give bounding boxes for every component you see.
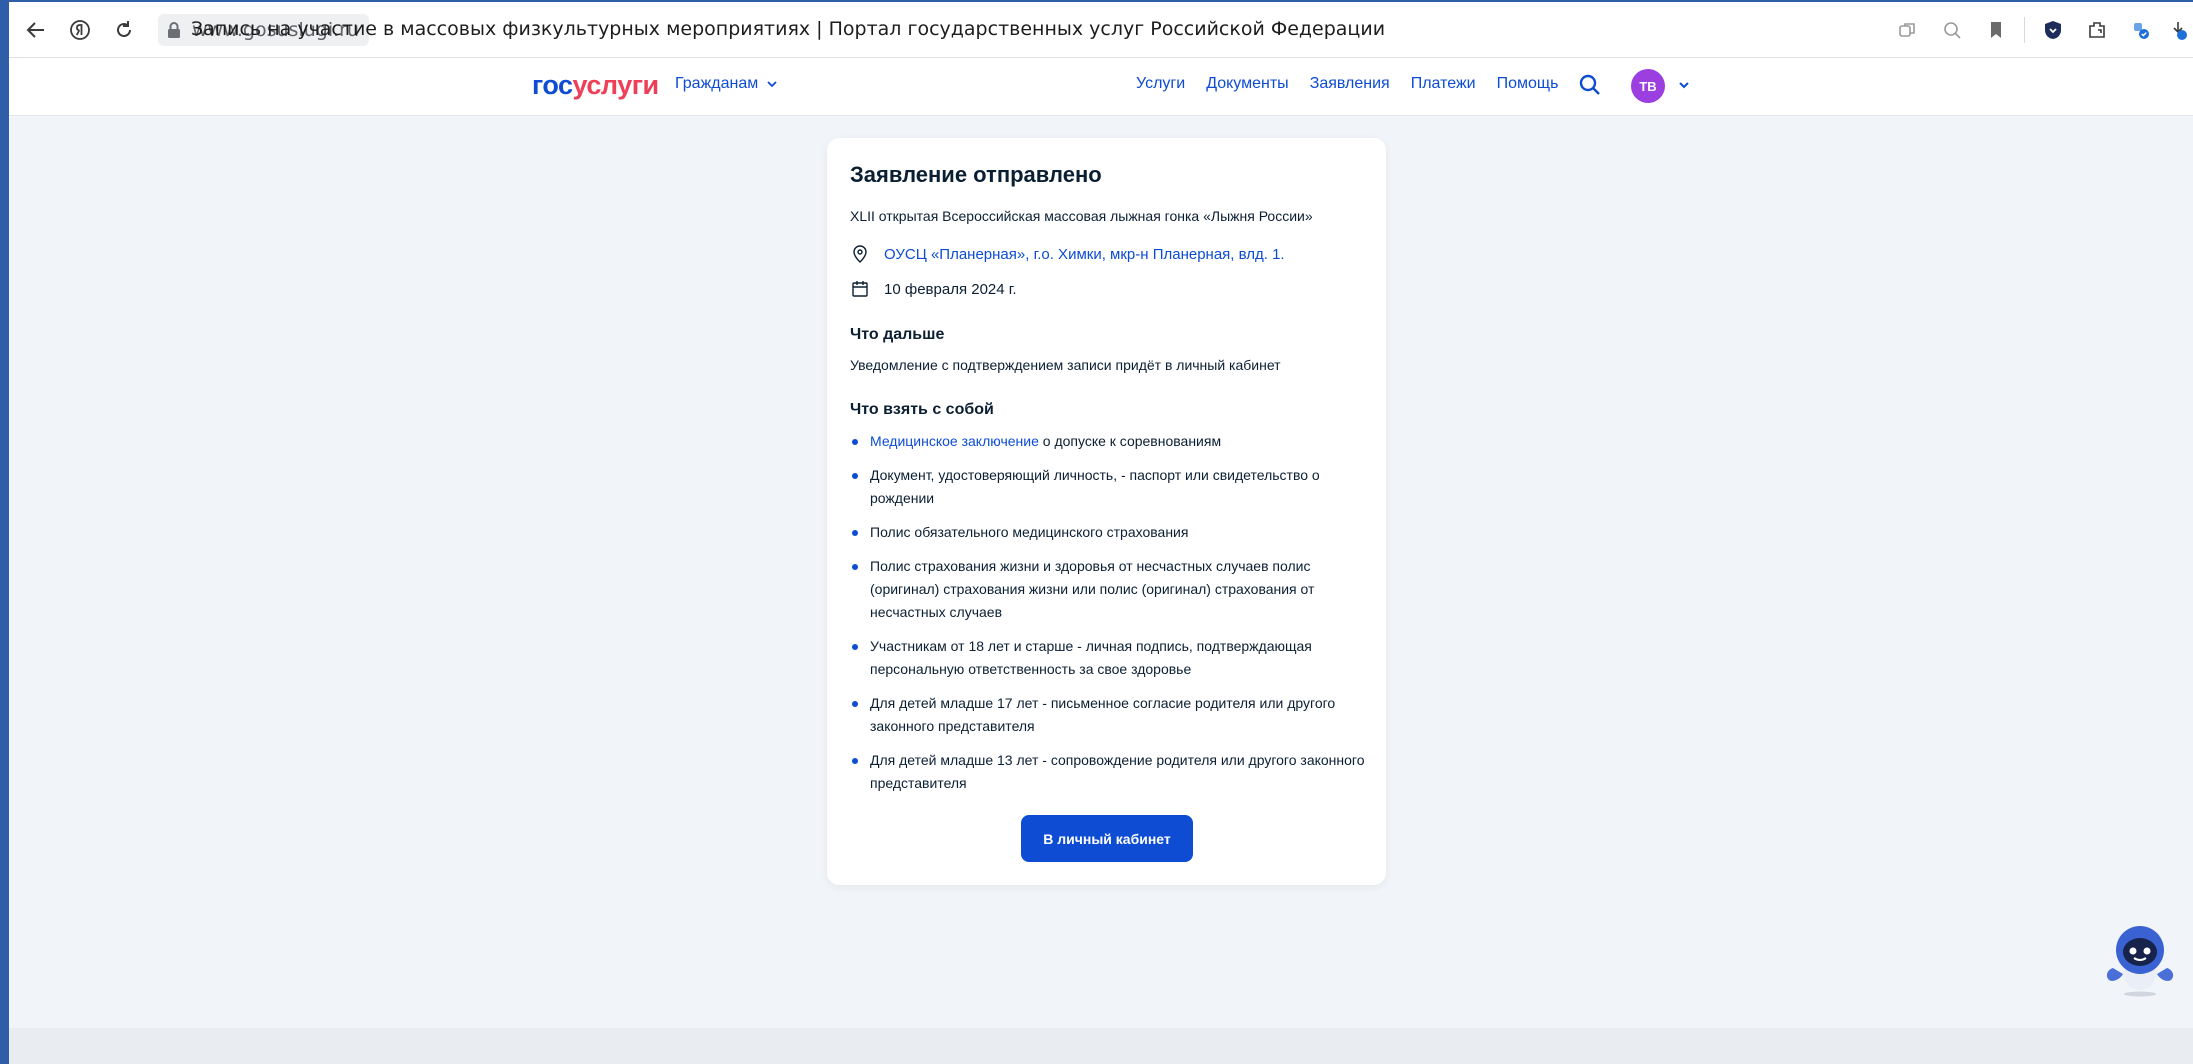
list-item: Участникам от 18 лет и старше - личная п… bbox=[850, 635, 1370, 681]
nav-item-help[interactable]: Помощь bbox=[1497, 75, 1559, 93]
nav-item-documents[interactable]: Документы bbox=[1206, 75, 1288, 93]
list-item: Полис страхования жизни и здоровья от не… bbox=[850, 555, 1370, 624]
nav-item-services[interactable]: Услуги bbox=[1136, 75, 1185, 93]
next-heading: Что дальше bbox=[850, 326, 945, 343]
list-item-text: о допуске к соревнованиям bbox=[1038, 433, 1222, 449]
extension-icon[interactable] bbox=[2075, 8, 2119, 52]
site-header: госуслуги Гражданам Услуги Документы Зая… bbox=[9, 58, 2193, 116]
downloads-badge-icon[interactable] bbox=[2119, 8, 2163, 52]
date-row: 10 февраля 2024 г. bbox=[850, 279, 1017, 299]
footer-strip bbox=[9, 1028, 2193, 1064]
robot-assistant-icon[interactable] bbox=[2105, 920, 2175, 1000]
list-item: Документ, удостоверяющий личность, - пас… bbox=[850, 464, 1370, 510]
chevron-down-icon[interactable] bbox=[1677, 78, 1691, 92]
calendar-icon bbox=[852, 281, 868, 297]
list-item: Для детей младше 13 лет - сопровождение … bbox=[850, 749, 1370, 795]
top-navigation: Услуги Документы Заявления Платежи Помощ… bbox=[1136, 75, 1558, 93]
page-title: Запись на участие в массовых физкультурн… bbox=[190, 18, 1386, 40]
nav-item-applications[interactable]: Заявления bbox=[1310, 75, 1390, 93]
location-link[interactable]: ОУСЦ «Планерная», г.о. Химки, мкр-н План… bbox=[884, 246, 1285, 263]
bring-heading: Что взять с собой bbox=[850, 401, 994, 418]
chevron-down-icon bbox=[767, 81, 777, 88]
gosuslugi-logo[interactable]: госуслуги bbox=[532, 70, 659, 101]
medical-certificate-link[interactable]: Медицинское заключение bbox=[870, 433, 1039, 449]
nav-item-payments[interactable]: Платежи bbox=[1411, 75, 1476, 93]
shield-icon[interactable] bbox=[2031, 8, 2075, 52]
event-date: 10 февраля 2024 г. bbox=[884, 280, 1017, 298]
location-row: ОУСЦ «Планерная», г.о. Химки, мкр-н План… bbox=[850, 244, 1285, 264]
list-item: Для детей младше 17 лет - письменное сог… bbox=[850, 692, 1370, 738]
event-name: XLII открытая Всероссийская массовая лыж… bbox=[850, 208, 1313, 224]
avatar[interactable]: ТВ bbox=[1631, 69, 1665, 103]
list-item: Полис обязательного медицинского страхов… bbox=[850, 521, 1370, 544]
citizens-dropdown[interactable]: Гражданам bbox=[675, 75, 778, 93]
citizens-label: Гражданам bbox=[675, 75, 759, 92]
bookmark-icon[interactable] bbox=[1974, 8, 2018, 52]
card-title: Заявление отправлено bbox=[850, 162, 1102, 187]
application-sent-card: Заявление отправлено XLII открытая Всеро… bbox=[827, 138, 1386, 885]
reader-icon[interactable] bbox=[1930, 8, 1974, 52]
logo-part-gos: гос bbox=[532, 70, 573, 100]
tabs-icon[interactable] bbox=[1886, 8, 1930, 52]
logo-part-uslugi: услуги bbox=[572, 70, 660, 100]
toolbar-divider bbox=[2024, 17, 2025, 43]
list-item: Медицинское заключение о допуске к сорев… bbox=[850, 430, 1370, 453]
next-text: Уведомление с подтверждением записи прид… bbox=[850, 357, 1281, 373]
download-icon[interactable] bbox=[2163, 8, 2193, 52]
search-icon[interactable] bbox=[1577, 72, 1603, 98]
location-pin-icon bbox=[853, 245, 867, 263]
browser-toolbar: www.gosuslugi.ru Запись на участие в мас… bbox=[0, 0, 2193, 58]
bring-list: Медицинское заключение о допуске к сорев… bbox=[850, 430, 1370, 806]
personal-account-button[interactable]: В личный кабинет bbox=[1021, 815, 1193, 862]
